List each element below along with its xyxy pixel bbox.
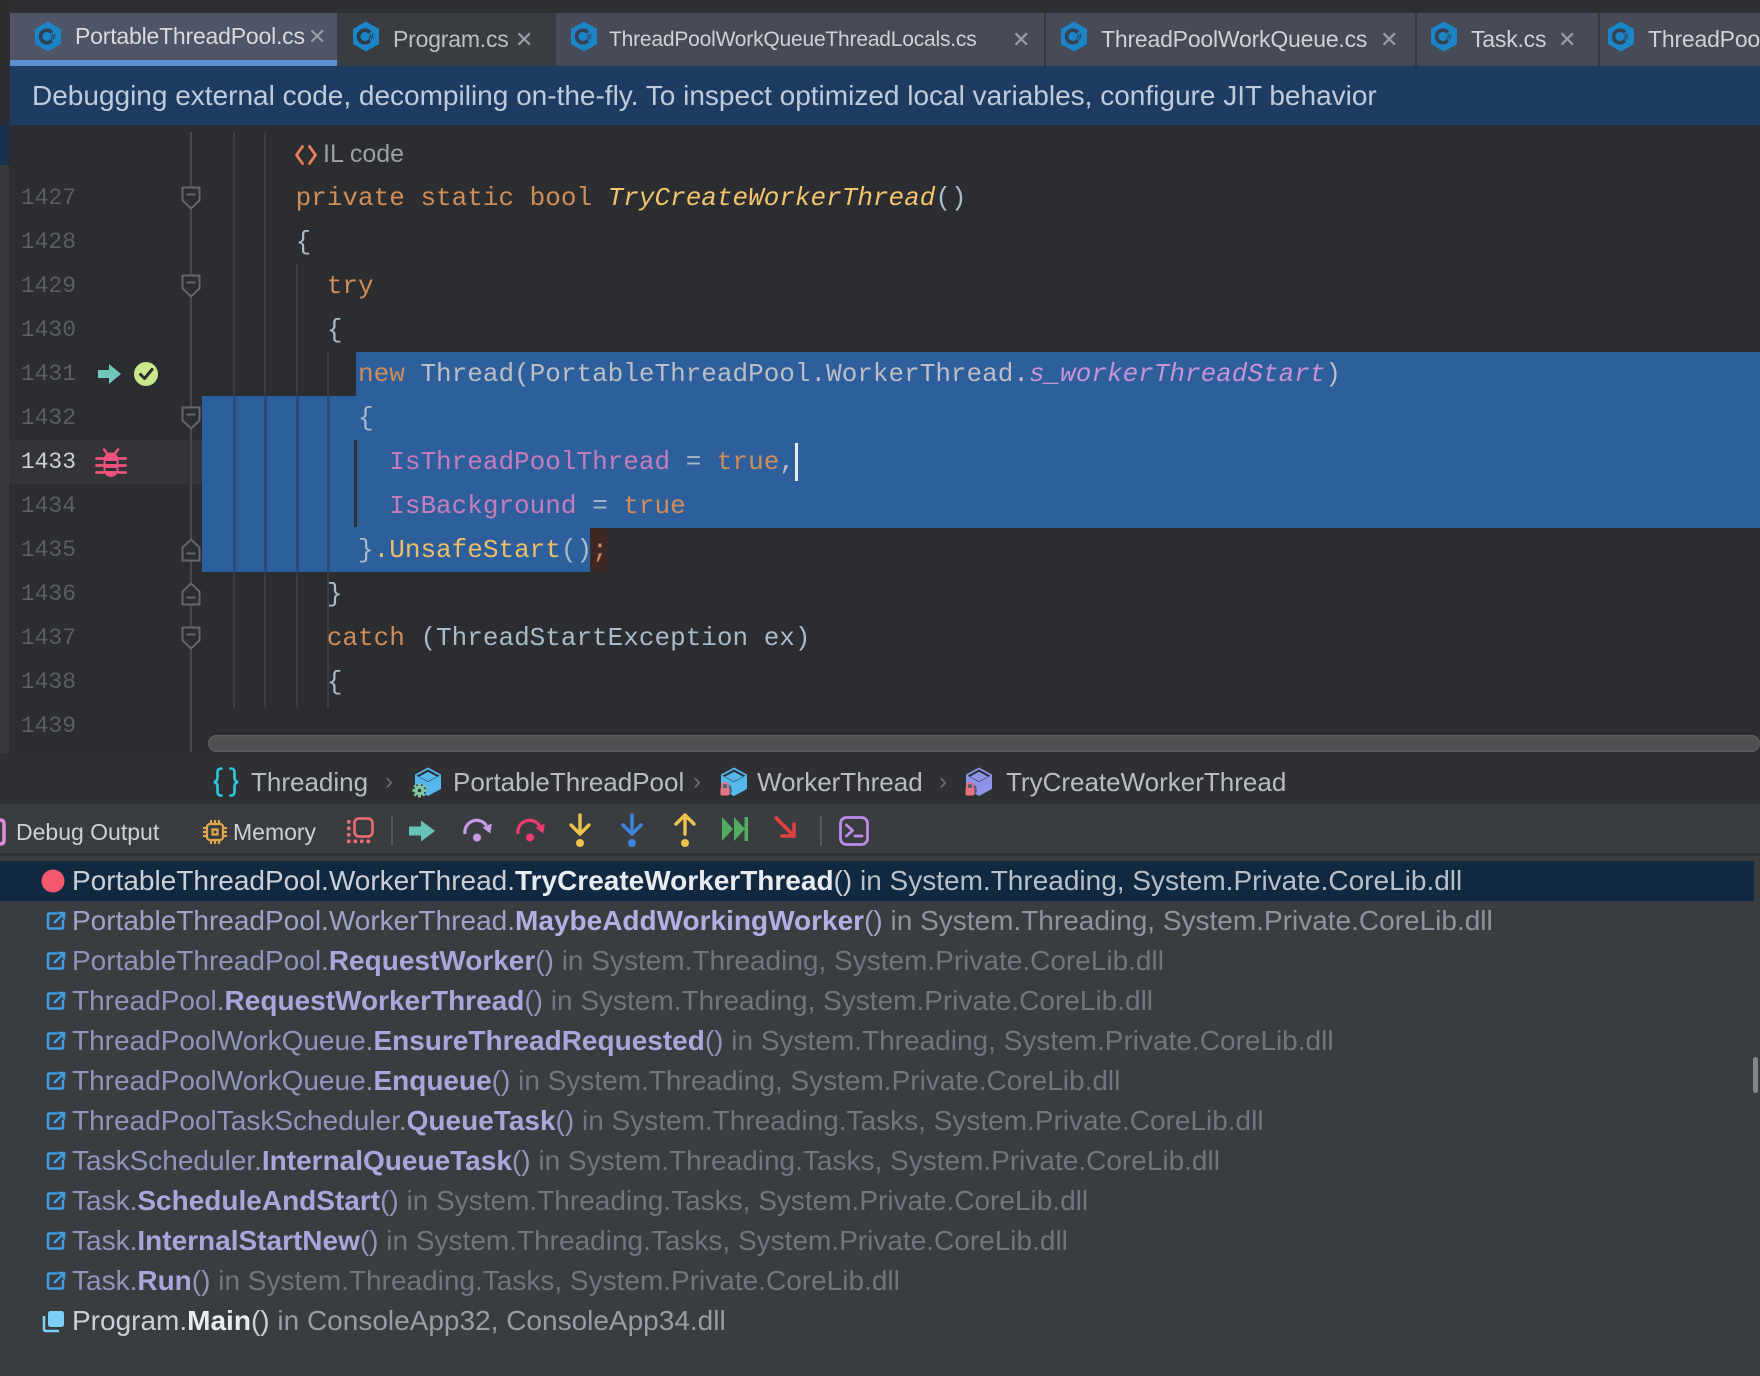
svg-text:#: # xyxy=(369,32,375,43)
svg-text:#: # xyxy=(1077,32,1083,43)
svg-text:#: # xyxy=(1624,32,1630,43)
svg-text:#: # xyxy=(51,32,57,43)
svg-text:#: # xyxy=(587,32,593,43)
svg-text:#: # xyxy=(1447,32,1453,43)
